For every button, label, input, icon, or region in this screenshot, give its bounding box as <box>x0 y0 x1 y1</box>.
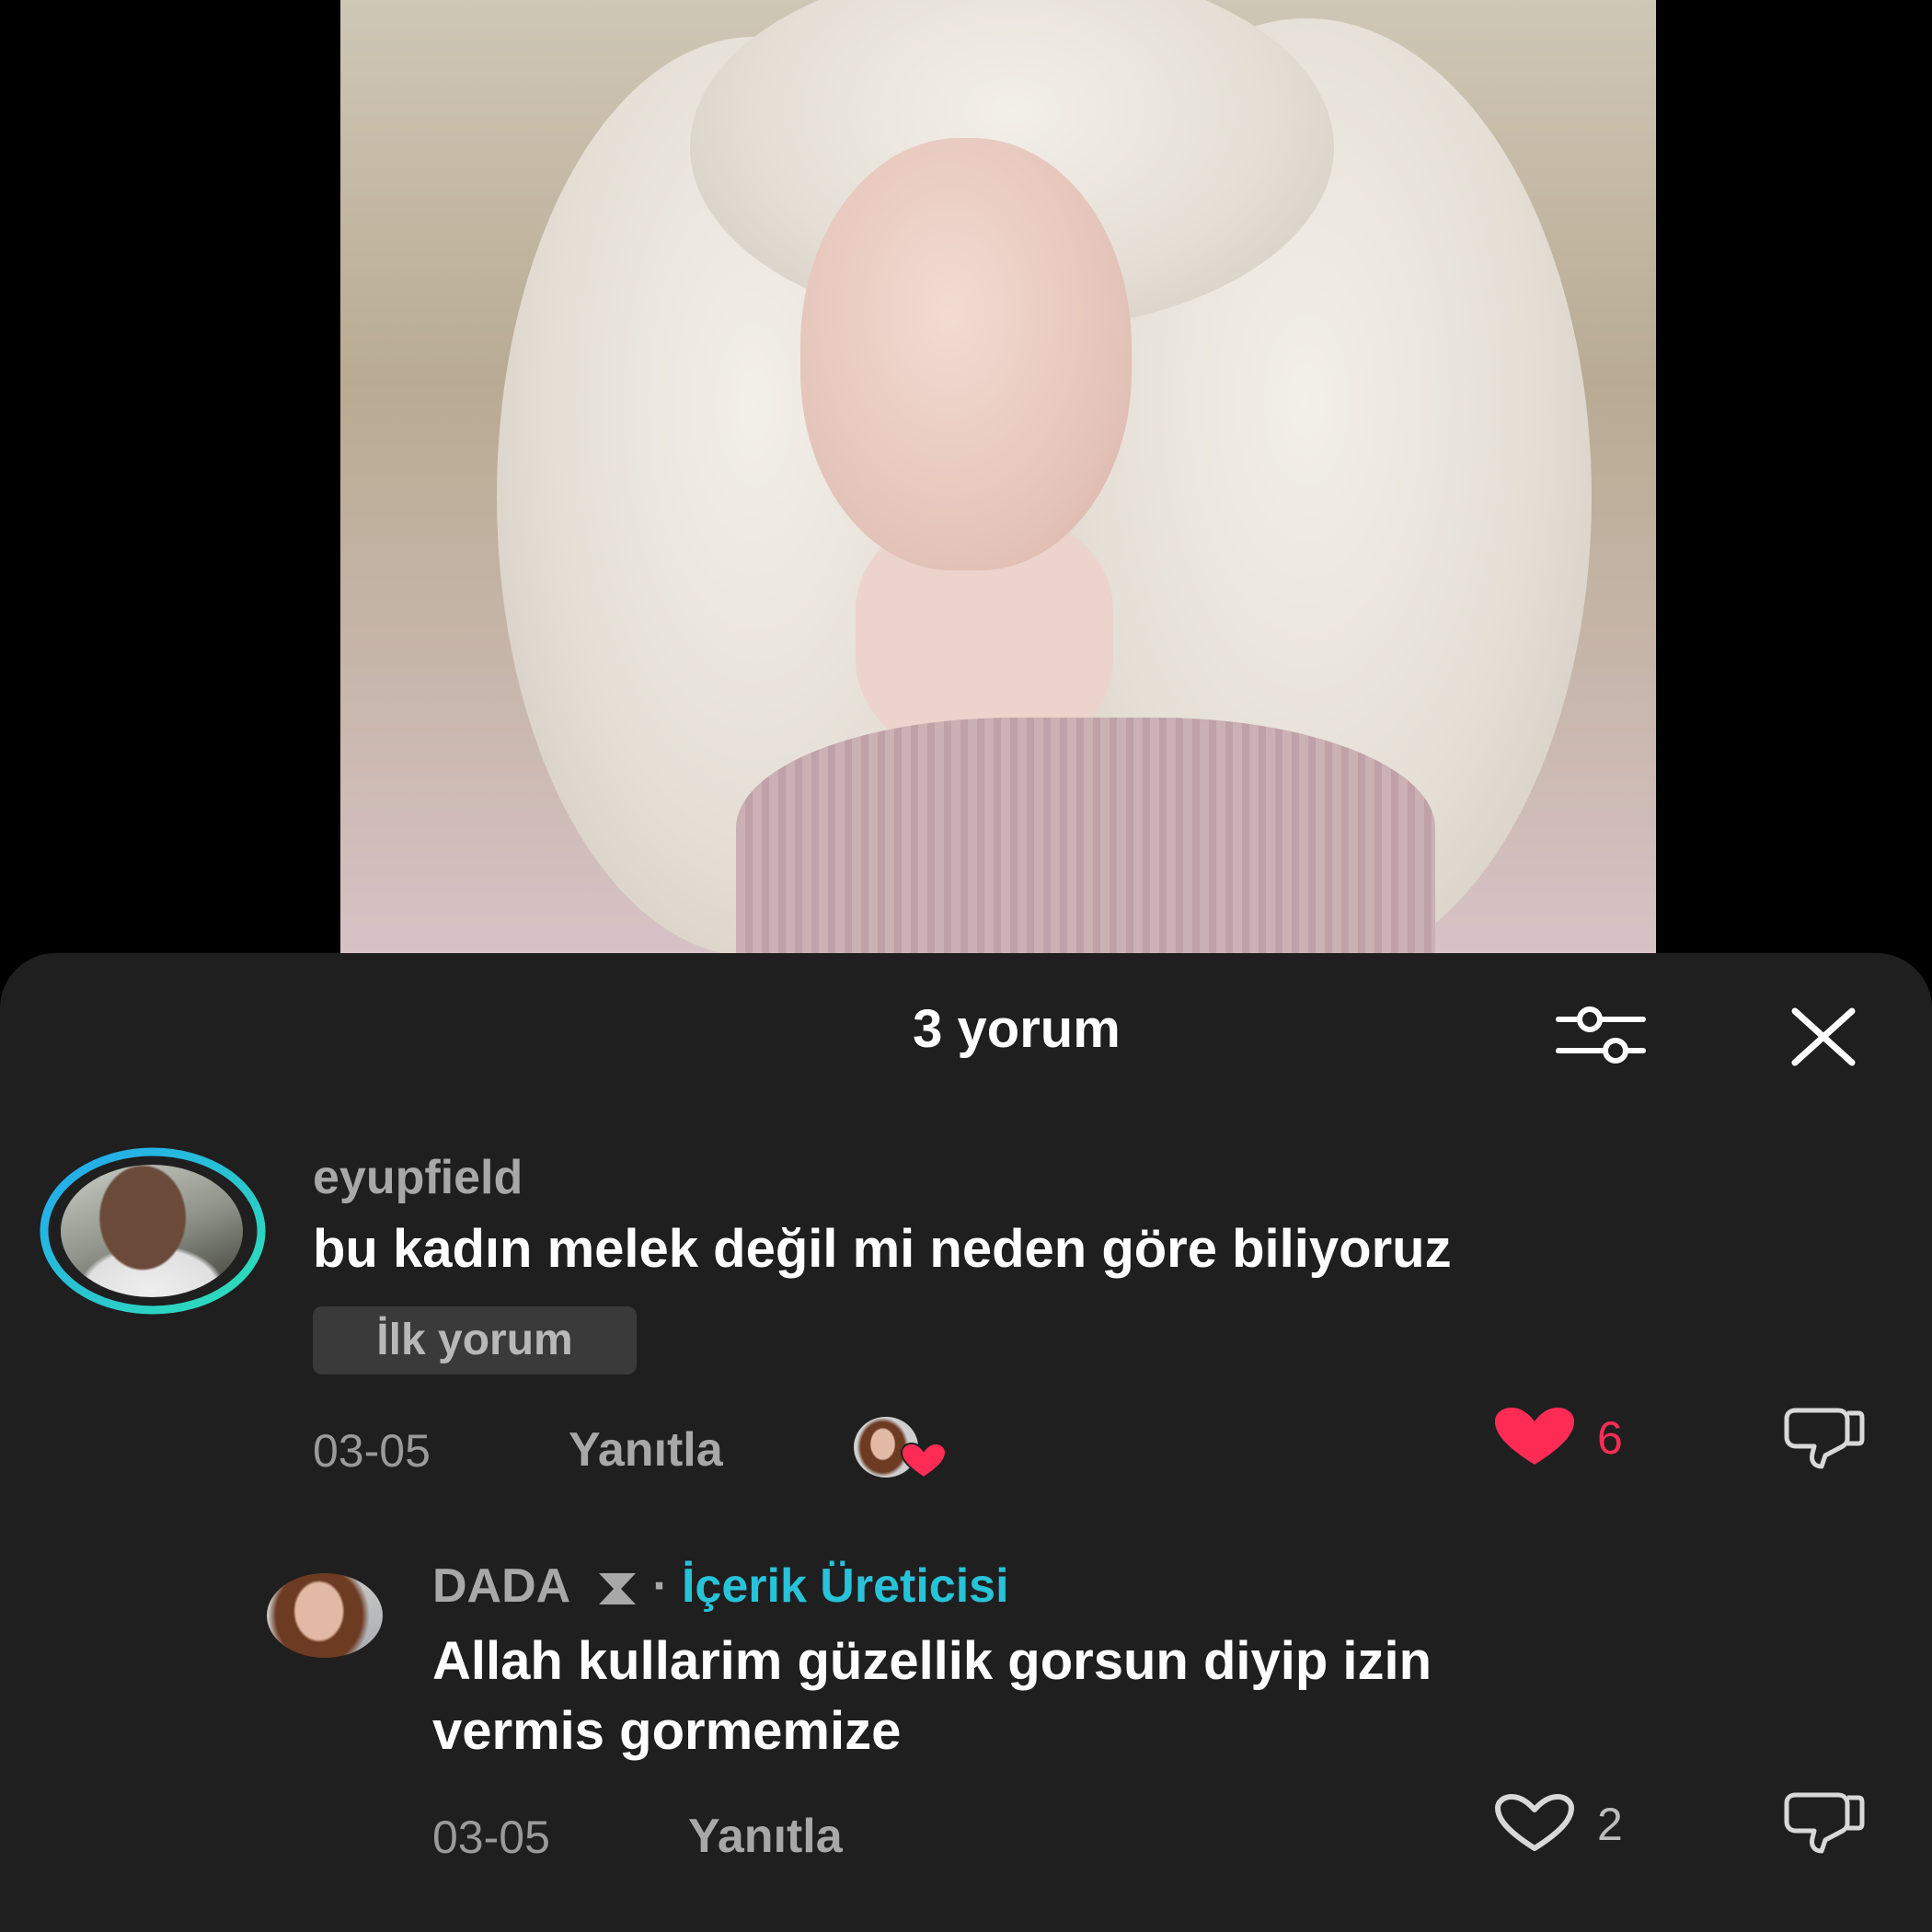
close-icon[interactable] <box>1789 1007 1857 1066</box>
like-count: 2 <box>1597 1799 1623 1850</box>
avatar[interactable] <box>61 1165 243 1297</box>
heart-outline-icon[interactable] <box>1492 1792 1577 1853</box>
photo-face <box>800 138 1132 570</box>
comment-username[interactable]: DADA <box>432 1559 569 1613</box>
avatar[interactable] <box>267 1573 383 1658</box>
comment-text-line-2: vermis gormemize <box>432 1701 902 1761</box>
creator-label: İçerik Üreticisi <box>681 1559 1009 1613</box>
heart-icon <box>900 1443 948 1479</box>
comment-date: 03-05 <box>432 1811 550 1863</box>
separator-dot: · <box>652 1559 669 1613</box>
photo-dress <box>736 718 1435 957</box>
like-count: 6 <box>1597 1412 1623 1464</box>
reply-button[interactable]: Yanıtla <box>688 1809 843 1864</box>
dislike-icon[interactable] <box>1781 1790 1866 1855</box>
reply-username-row: DADA · İçerik Üreticisi <box>432 1558 1009 1614</box>
comment-text: bu kadın melek değil mi neden göre biliy… <box>313 1219 1452 1279</box>
first-comment-badge: İlk yorum <box>313 1306 637 1374</box>
reply-button[interactable]: Yanıtla <box>569 1422 723 1478</box>
comment-date: 03-05 <box>313 1425 431 1477</box>
heart-filled-icon[interactable] <box>1492 1406 1577 1466</box>
sliders-icon[interactable] <box>1555 1003 1647 1067</box>
dislike-icon[interactable] <box>1781 1406 1866 1470</box>
hourglass-icon <box>598 1573 636 1605</box>
comment-text-line-1: Allah kullarim güzellik gorsun diyip izi… <box>432 1631 1432 1691</box>
comment-username[interactable]: eyupfield <box>313 1150 523 1205</box>
comments-sheet <box>0 953 1932 1932</box>
video-photo[interactable] <box>340 0 1656 957</box>
